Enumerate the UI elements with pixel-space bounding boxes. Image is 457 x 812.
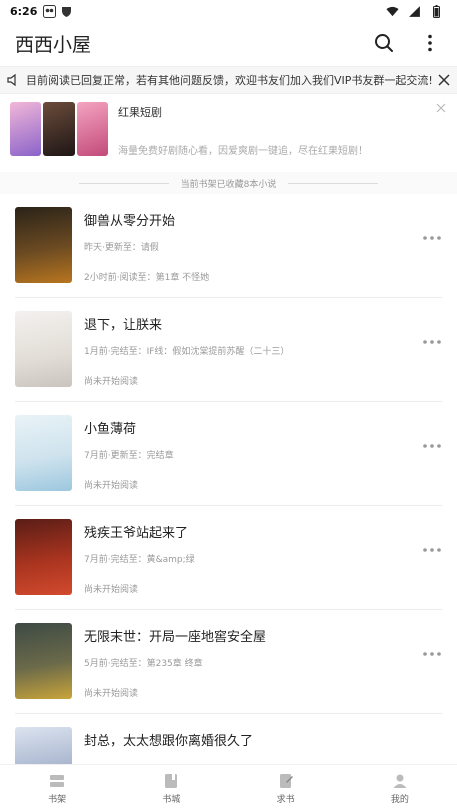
book-update-info: 7月前·更新至：完结章 xyxy=(84,451,174,461)
nav-item-request-book[interactable]: 求书 xyxy=(229,765,343,812)
book-cover xyxy=(15,623,72,699)
ad-thumbnails xyxy=(10,102,108,156)
search-icon xyxy=(375,34,393,52)
book-title: 小鱼薄荷 xyxy=(84,422,137,437)
speaker-icon xyxy=(7,73,16,87)
request-book-icon xyxy=(279,773,293,788)
nav-label: 书架 xyxy=(48,794,67,805)
shelf-count-text: 当前书架已收藏8本小说 xyxy=(180,179,277,190)
app-bar: 西西小屋 xyxy=(0,22,457,64)
book-update-info: 昨天·更新至：请假 xyxy=(84,243,159,253)
close-icon[interactable] xyxy=(437,73,451,87)
status-bar: 6:26 xyxy=(0,0,457,22)
ad-description: 海量免费好剧随心看，因爱爽剧一键追，尽在红果短剧！ xyxy=(118,146,368,157)
wifi-icon xyxy=(386,6,399,16)
bookstore-icon xyxy=(165,773,178,788)
search-button[interactable] xyxy=(372,31,396,55)
book-title: 残疾王爷站起来了 xyxy=(84,526,189,541)
battery-icon xyxy=(433,4,440,18)
book-item[interactable]: 小鱼薄荷 7月前·更新至：完结章 尚未开始阅读 xyxy=(15,402,442,506)
nav-item-bookstore[interactable]: 书城 xyxy=(114,765,228,812)
book-item[interactable]: 无限末世：开局一座地窖安全屋 5月前·完结至：第235章 终章 尚未开始阅读 xyxy=(15,610,442,714)
more-vertical-icon xyxy=(428,34,432,52)
book-item[interactable]: 御兽从零分开始 昨天·更新至：请假 2小时前·阅读至：第1章 不怪她 xyxy=(15,194,442,298)
book-title: 无限末世：开局一座地窖安全屋 xyxy=(84,630,267,645)
book-cover xyxy=(15,207,72,283)
ad-thumb xyxy=(10,102,42,156)
book-item[interactable]: 残疾王爷站起来了 7月前·完结至：黄&amp;绿 尚未开始阅读 xyxy=(15,506,442,610)
more-horizontal-icon[interactable] xyxy=(422,232,442,244)
book-title: 退下，让朕来 xyxy=(84,318,163,333)
app-title: 西西小屋 xyxy=(15,33,92,56)
book-read-progress: 2小时前·阅读至：第1章 不怪她 xyxy=(84,273,210,283)
book-title: 御兽从零分开始 xyxy=(84,214,176,229)
ad-close-icon[interactable] xyxy=(435,102,447,114)
book-item[interactable]: 退下，让朕来 1月前·完结至：IF线：假如沈棠提前苏醒（二十三） 尚未开始阅读 xyxy=(15,298,442,402)
divider xyxy=(78,182,169,184)
book-read-progress: 尚未开始阅读 xyxy=(84,585,139,595)
more-horizontal-icon[interactable] xyxy=(422,648,442,660)
status-time: 6:26 xyxy=(10,4,38,18)
book-list: 御兽从零分开始 昨天·更新至：请假 2小时前·阅读至：第1章 不怪她 退下，让朕… xyxy=(0,194,457,812)
divider xyxy=(288,182,379,184)
book-read-progress: 尚未开始阅读 xyxy=(84,689,139,699)
nav-label: 书城 xyxy=(162,794,181,805)
panda-app-icon xyxy=(43,4,57,18)
ad-thumb xyxy=(43,102,75,156)
ad-title: 红果短剧 xyxy=(118,106,162,119)
more-horizontal-icon[interactable] xyxy=(422,440,442,452)
signal-icon xyxy=(409,5,420,17)
book-cover xyxy=(15,415,72,491)
book-read-progress: 尚未开始阅读 xyxy=(84,377,139,387)
more-horizontal-icon[interactable] xyxy=(422,544,442,556)
book-update-info: 5月前·完结至：第235章 终章 xyxy=(84,659,203,669)
book-update-info: 7月前·完结至：黄&amp;绿 xyxy=(84,555,195,565)
nav-label: 我的 xyxy=(390,794,409,805)
notice-bar[interactable]: 目前阅读已回复正常，若有其他问题反馈，欢迎书友们加入我们VIP书友群一起交流! xyxy=(0,66,457,94)
more-horizontal-icon[interactable] xyxy=(422,336,442,348)
nav-label: 求书 xyxy=(276,794,295,805)
book-update-info: 1月前·完结至：IF线：假如沈棠提前苏醒（二十三） xyxy=(84,347,290,357)
ad-banner[interactable]: 红果短剧 海量免费好剧随心看，因爱爽剧一键追，尽在红果短剧！ xyxy=(0,96,457,162)
shield-app-icon xyxy=(62,6,72,17)
bookshelf-icon xyxy=(50,774,65,787)
nav-item-bookshelf[interactable]: 书架 xyxy=(0,765,114,812)
shelf-count: 当前书架已收藏8本小说 xyxy=(0,172,457,194)
notice-text: 目前阅读已回复正常，若有其他问题反馈，欢迎书友们加入我们VIP书友群一起交流! xyxy=(26,74,433,87)
nav-item-profile[interactable]: 我的 xyxy=(343,765,457,812)
ad-thumb xyxy=(76,102,108,156)
book-cover xyxy=(15,519,72,595)
book-cover xyxy=(15,311,72,387)
profile-icon xyxy=(393,774,407,788)
bottom-nav: 书架 书城 求书 我的 xyxy=(0,764,457,812)
book-title: 封总，太太想跟你离婚很久了 xyxy=(84,734,254,749)
more-menu-button[interactable] xyxy=(418,31,442,55)
book-read-progress: 尚未开始阅读 xyxy=(84,481,139,491)
